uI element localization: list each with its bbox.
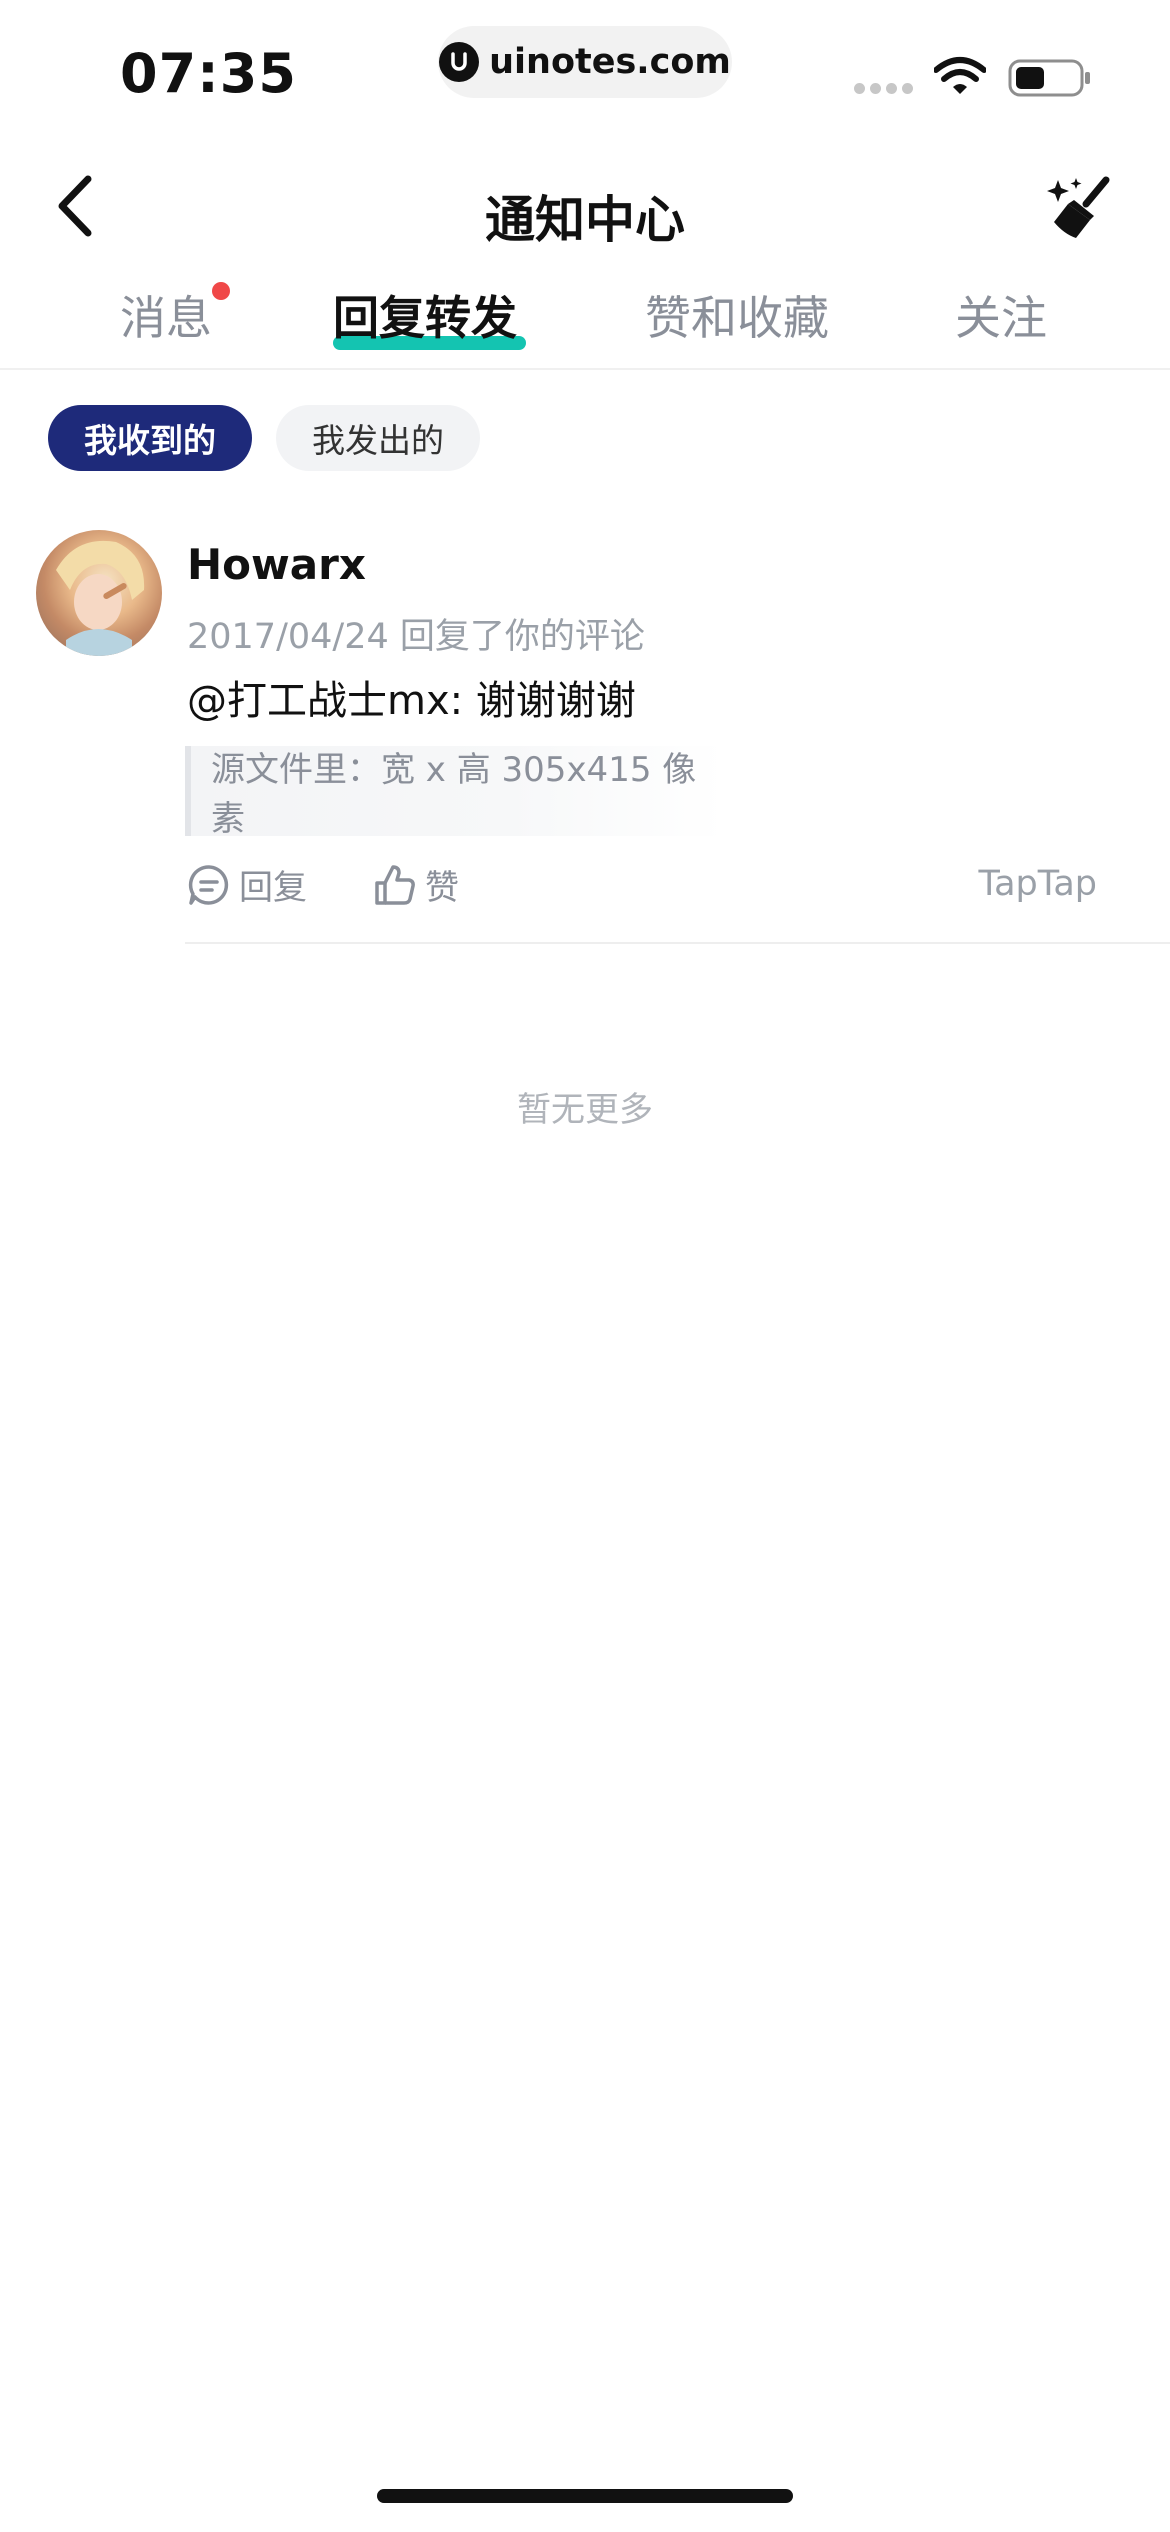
source-label: TapTap: [978, 864, 1097, 904]
filter-sent-button[interactable]: 我发出的: [276, 405, 480, 471]
tab-likes-favorites[interactable]: 赞和收藏: [645, 282, 829, 348]
tab-replies-label: 回复转发: [333, 291, 517, 345]
filter-received-button[interactable]: 我收到的: [48, 405, 252, 471]
reply-button-label: 回复: [239, 868, 307, 908]
unread-dot: [212, 282, 230, 300]
home-indicator[interactable]: [377, 2489, 793, 2503]
tab-follows-label: 关注: [955, 291, 1047, 345]
nav-bar: 通知中心: [0, 140, 1170, 270]
username[interactable]: Howarx: [187, 540, 366, 589]
status-bar: 07:35 uinotes.com: [0, 0, 1170, 140]
tab-messages[interactable]: 消息: [120, 282, 212, 348]
url-pill[interactable]: uinotes.com: [438, 26, 732, 98]
avatar[interactable]: [36, 530, 162, 656]
tab-likes-label: 赞和收藏: [645, 291, 829, 345]
item-divider: [185, 942, 1170, 944]
notification-center-screen: 07:35 uinotes.com 通知中心 消息 回复转发 赞和收藏 关注 我…: [0, 0, 1170, 2532]
reply-button[interactable]: 回复: [187, 860, 307, 909]
quoted-comment-text: 源文件里：宽 x 高 305x415 像素: [211, 750, 697, 839]
no-more-text: 暂无更多: [517, 1090, 653, 1130]
thumbs-up-icon: [375, 864, 415, 905]
reply-content[interactable]: @打工战士mx: 谢谢谢谢: [187, 668, 636, 726]
url-text: uinotes.com: [489, 42, 731, 82]
avatar-illustration: [56, 540, 145, 656]
battery-icon: [1008, 59, 1090, 97]
uinotes-logo-icon: [439, 42, 480, 82]
action-row: 回复 赞 TapTap: [187, 860, 1097, 916]
page-title: 通知中心: [485, 191, 685, 249]
tab-follows[interactable]: 关注: [955, 282, 1047, 348]
clear-notifications-button[interactable]: [1040, 168, 1120, 248]
like-button[interactable]: 赞: [373, 860, 459, 909]
quoted-comment[interactable]: 源文件里：宽 x 高 305x415 像素: [185, 746, 725, 839]
tab-bar: 消息 回复转发 赞和收藏 关注: [0, 270, 1170, 370]
like-button-label: 赞: [425, 868, 459, 908]
wifi-icon: [934, 57, 986, 94]
broom-sparkle-icon: [1047, 176, 1110, 238]
comment-icon: [188, 864, 229, 905]
tab-messages-label: 消息: [120, 291, 212, 345]
status-time: 07:35: [120, 42, 297, 105]
tab-replies[interactable]: 回复转发: [333, 282, 517, 348]
notification-meta: 2017/04/24 回复了你的评论: [187, 617, 645, 657]
cellular-signal-icon: [854, 83, 913, 94]
